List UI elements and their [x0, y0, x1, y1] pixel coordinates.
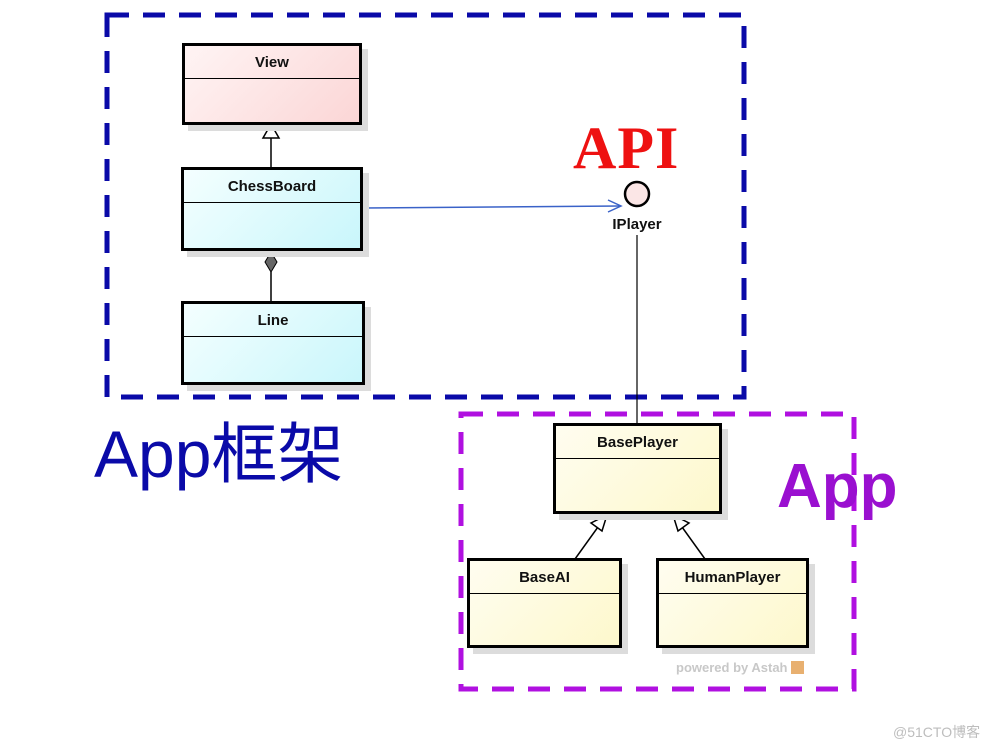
class-name: View — [185, 46, 359, 79]
framework-region-label: App框架 — [94, 417, 344, 491]
composition-diamond — [264, 251, 278, 273]
class-chessboard[interactable]: ChessBoard — [181, 167, 363, 251]
class-name: Line — [184, 304, 362, 337]
site-watermark: @51CTO博客 — [893, 724, 981, 740]
app-region-label: App — [777, 452, 898, 521]
api-label: API — [573, 115, 680, 181]
class-name: BaseAI — [470, 561, 619, 594]
generalization-line-humanplayer — [681, 526, 706, 560]
class-name: BasePlayer — [556, 426, 719, 459]
class-baseplayer[interactable]: BasePlayer — [553, 423, 722, 514]
iplayer-interface-icon[interactable] — [623, 180, 651, 208]
powered-by-text: powered by Astah — [676, 660, 788, 675]
generalization-arrow-humanplayer — [671, 513, 691, 533]
iplayer-label: IPlayer — [612, 216, 662, 233]
class-line[interactable]: Line — [181, 301, 365, 385]
generalization-line-baseai — [574, 526, 599, 560]
dependency-line — [362, 205, 621, 209]
generalization-arrow-view — [261, 122, 281, 139]
astah-logo-icon — [791, 661, 805, 674]
powered-by-watermark: powered by Astah — [676, 660, 805, 675]
generalization-arrow-baseai — [589, 513, 609, 533]
class-name: HumanPlayer — [659, 561, 806, 594]
class-baseai[interactable]: BaseAI — [467, 558, 622, 648]
class-name: ChessBoard — [184, 170, 360, 203]
class-humanplayer[interactable]: HumanPlayer — [656, 558, 809, 648]
class-view[interactable]: View — [182, 43, 362, 125]
